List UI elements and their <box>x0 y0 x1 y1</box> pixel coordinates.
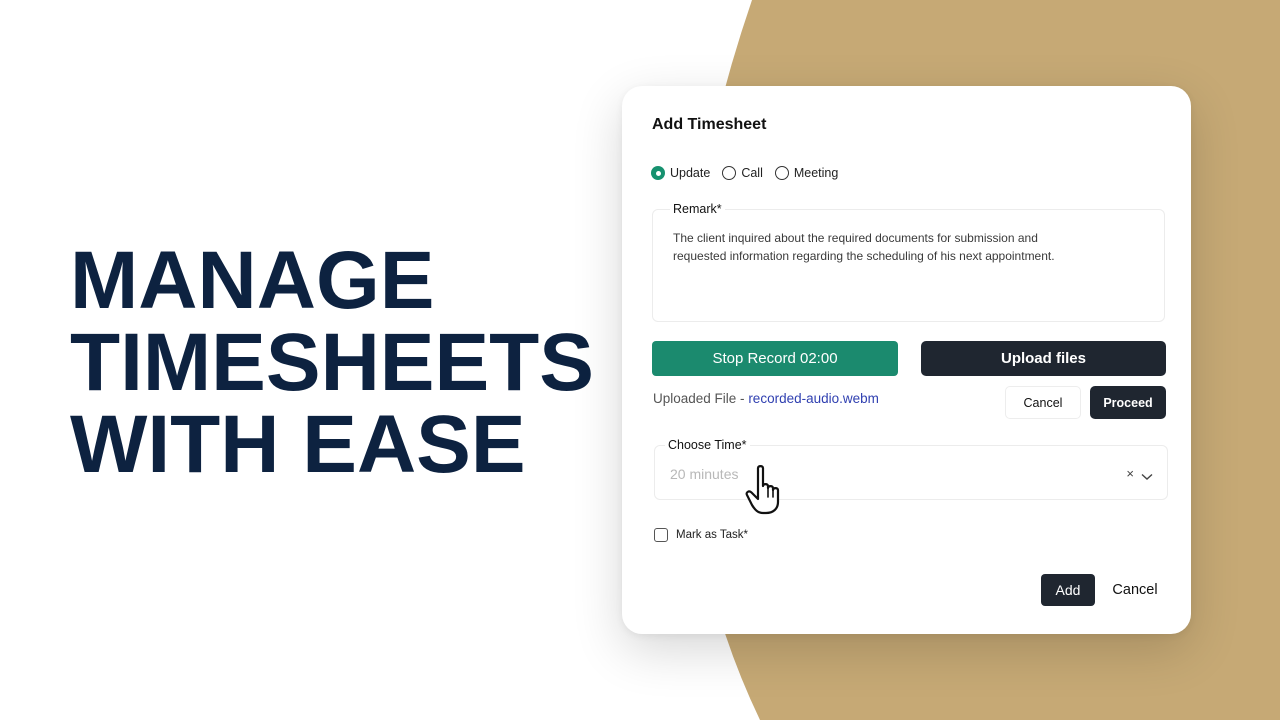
add-button[interactable]: Add <box>1041 574 1095 606</box>
uploaded-file-link[interactable]: recorded-audio.webm <box>748 391 879 406</box>
choose-time-value: 20 minutes <box>670 466 739 482</box>
uploaded-file-info: Uploaded File - recorded-audio.webm <box>653 391 879 406</box>
radio-update[interactable]: Update <box>651 166 710 180</box>
headline-line-1: MANAGE <box>70 235 435 326</box>
timesheet-type-radio-group: Update Call Meeting <box>651 166 850 180</box>
add-timesheet-dialog: Add Timesheet Update Call Meeting Remark… <box>622 86 1191 634</box>
mark-as-task-row[interactable]: Mark as Task* <box>654 528 748 542</box>
dialog-title: Add Timesheet <box>652 116 767 133</box>
cancel-button[interactable]: Cancel <box>1103 574 1167 606</box>
upload-files-button[interactable]: Upload files <box>921 341 1166 376</box>
chevron-down-icon[interactable] <box>1141 468 1153 486</box>
remark-textarea[interactable]: Remark* The client inquired about the re… <box>652 202 1165 322</box>
radio-unchecked-icon[interactable] <box>722 166 737 180</box>
proceed-button[interactable]: Proceed <box>1090 386 1166 419</box>
cancel-upload-button[interactable]: Cancel <box>1005 386 1081 419</box>
uploaded-file-prefix: Uploaded File - <box>653 391 749 406</box>
remark-text[interactable]: The client inquired about the required d… <box>673 229 1093 265</box>
choose-time-select[interactable]: Choose Time* 20 minutes × <box>654 438 1168 500</box>
promo-stage: MANAGE TIMESHEETS WITH EASE Add Timeshee… <box>0 0 1280 720</box>
headline: MANAGE TIMESHEETS WITH EASE <box>70 240 594 486</box>
clear-x-icon[interactable]: × <box>1126 466 1134 481</box>
choose-time-label: Choose Time* <box>665 438 750 452</box>
headline-line-3: WITH EASE <box>70 399 526 490</box>
mark-as-task-checkbox[interactable] <box>654 528 668 542</box>
radio-meeting[interactable]: Meeting <box>774 166 839 180</box>
radio-call-label: Call <box>741 166 763 180</box>
mark-as-task-label: Mark as Task* <box>676 529 749 541</box>
radio-checked-icon[interactable] <box>651 166 665 180</box>
headline-line-2: TIMESHEETS <box>70 317 594 408</box>
radio-meeting-label: Meeting <box>793 166 839 180</box>
remark-label: Remark* <box>670 202 725 216</box>
radio-update-label: Update <box>670 166 711 180</box>
stop-record-button[interactable]: Stop Record 02:00 <box>652 341 898 376</box>
radio-unchecked-icon[interactable] <box>774 166 789 180</box>
radio-call[interactable]: Call <box>722 166 763 180</box>
